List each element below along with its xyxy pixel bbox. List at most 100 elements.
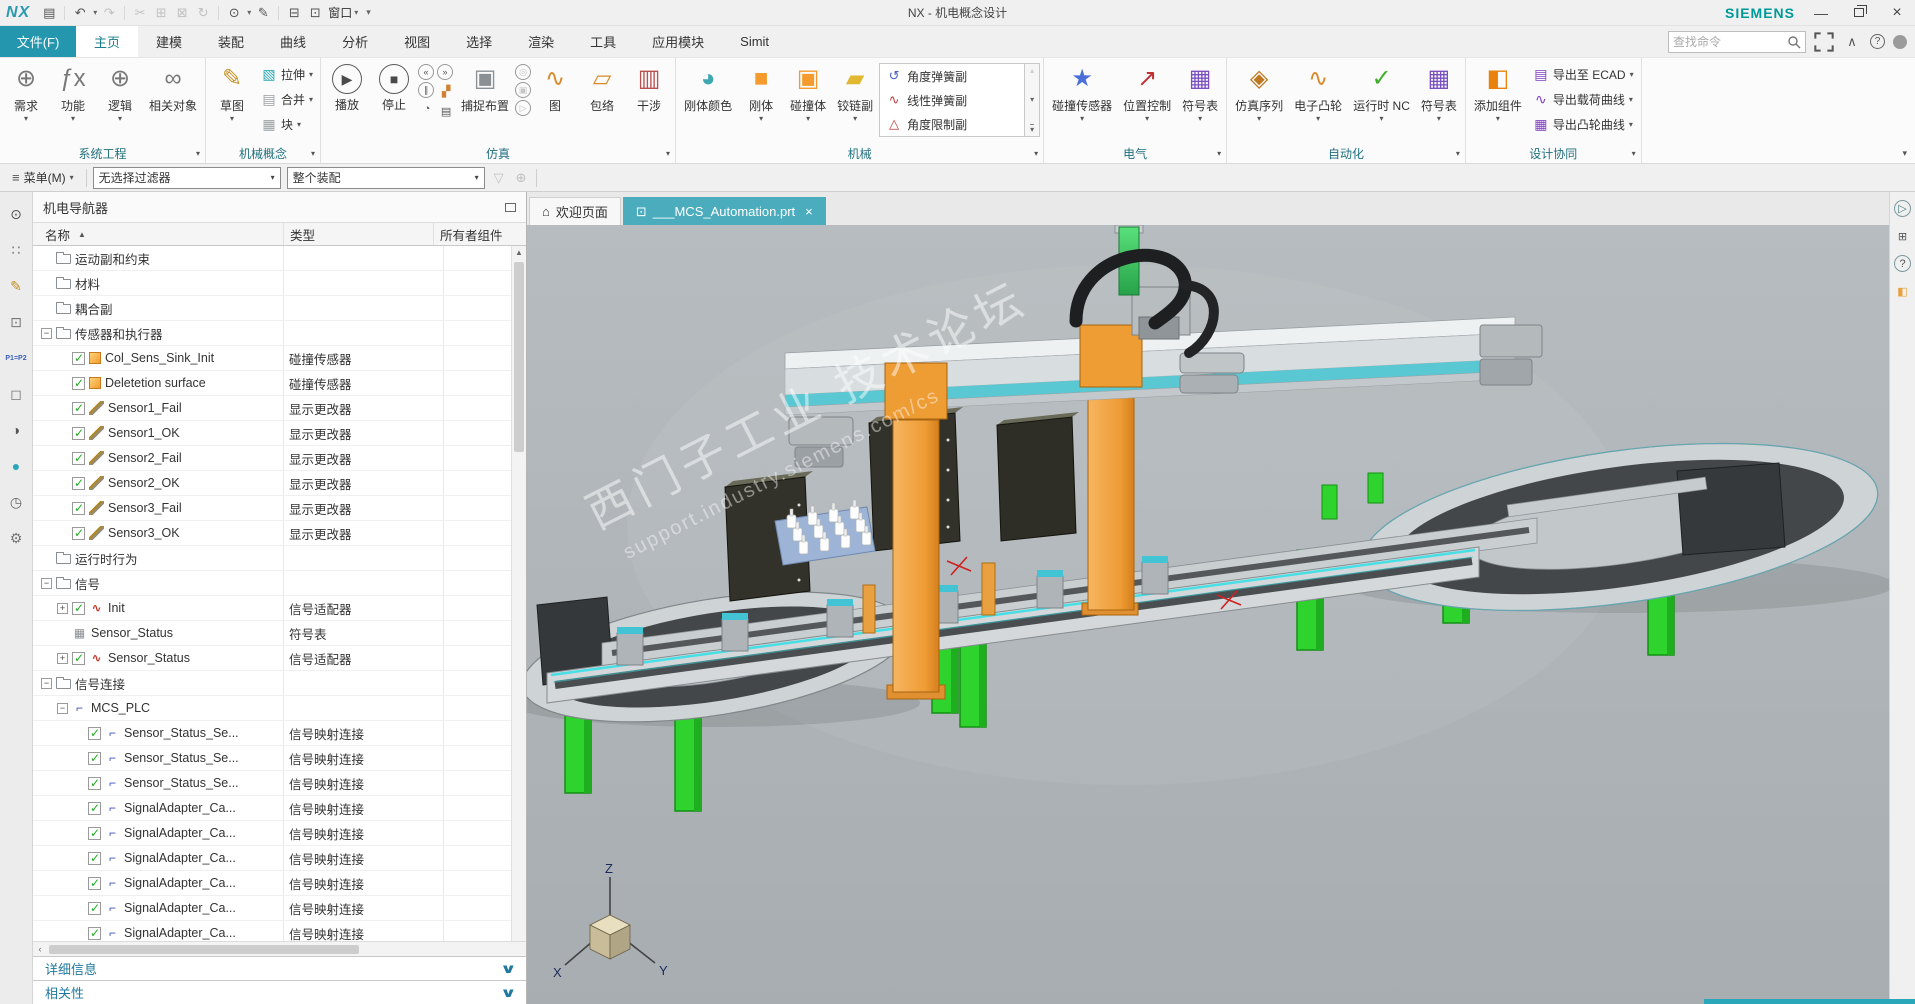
save-state-icon[interactable]: ▤ xyxy=(437,102,455,120)
tree-checkbox[interactable] xyxy=(72,351,85,365)
tree-row[interactable]: Sensor1_Fail 显示更改器 xyxy=(33,396,526,421)
ribbon-group-label[interactable]: 自动化 ▾ xyxy=(1230,143,1462,163)
gallery-down-icon[interactable]: ▾ xyxy=(1030,95,1034,104)
tree-checkbox[interactable] xyxy=(88,826,101,840)
tree-row[interactable]: + ∿ Sensor_Status 信号适配器 xyxy=(33,646,526,671)
ribbon-button[interactable]: ▤ 合并 ▾ xyxy=(256,87,317,112)
group-caret-icon[interactable]: ▾ xyxy=(1632,149,1636,158)
tree-checkbox[interactable] xyxy=(72,376,85,390)
dropdown-caret-icon[interactable]: ▾ xyxy=(247,8,251,17)
tree-checkbox[interactable] xyxy=(72,501,85,515)
ribbon-button[interactable]: ƒx 功能 ▾ xyxy=(50,60,96,124)
tree-checkbox[interactable] xyxy=(88,901,101,915)
tree-checkbox[interactable] xyxy=(88,751,101,765)
gallery-more-icon[interactable]: ▾ xyxy=(1030,124,1035,134)
ribbon-button[interactable]: ↗ 位置控制 ▾ xyxy=(1118,60,1176,124)
tree-checkbox[interactable] xyxy=(72,476,85,490)
expand-icon[interactable]: + xyxy=(57,652,68,664)
play-animation-icon[interactable]: ▷ xyxy=(1894,200,1911,217)
hd3d-tools-icon[interactable]: ◑ xyxy=(5,420,27,440)
close-tab-icon[interactable]: × xyxy=(805,204,813,219)
tree-row[interactable]: Sensor1_OK 显示更改器 xyxy=(33,421,526,446)
gallery-item[interactable]: ∿ 线性弹簧副 xyxy=(880,88,1024,112)
ribbon-button[interactable]: ∿ 图 xyxy=(532,60,578,124)
expressions-icon[interactable]: P1=P2 xyxy=(5,348,27,368)
help-icon[interactable]: ? xyxy=(1894,255,1911,272)
ribbon-group-label[interactable]: 系统工程 ▾ xyxy=(3,143,202,163)
ribbon-button[interactable]: ▤ 导出至 ECAD ▾ xyxy=(1528,62,1638,87)
column-header-name[interactable]: 名称 ▲ xyxy=(33,225,283,244)
tree-row[interactable]: − 信号连接 xyxy=(33,671,526,696)
dropdown-caret-icon[interactable]: ▾ xyxy=(1145,114,1149,124)
shaded-cube-icon[interactable]: ◧ xyxy=(1894,282,1912,300)
tree-row[interactable]: ⌐ SignalAdapter_Ca... 信号映射连接 xyxy=(33,921,526,941)
viewport-3d[interactable]: 西门子工业 技术论坛 support.industry.siemens.com/… xyxy=(527,225,1889,1004)
menu-tab-curve[interactable]: 曲线 xyxy=(262,26,324,57)
constraint-navigator-icon[interactable]: ✎ xyxy=(5,276,27,296)
reuse-library-icon[interactable]: ◻ xyxy=(5,384,27,404)
tree-row[interactable]: Col_Sens_Sink_Init 碰撞传感器 xyxy=(33,346,526,371)
display-mode-icon[interactable]: ⊙ xyxy=(225,4,243,22)
user-avatar[interactable] xyxy=(1893,34,1907,49)
menu-tab-assemblies[interactable]: 装配 xyxy=(200,26,262,57)
scroll-up-icon[interactable]: ▲ xyxy=(512,246,526,260)
tree-checkbox[interactable] xyxy=(72,526,85,540)
cabinet-right[interactable] xyxy=(1676,462,1786,556)
menu-tab-home[interactable]: 主页 xyxy=(76,26,139,57)
ribbon-group-label[interactable]: 机械概念 ▾ xyxy=(209,143,317,163)
pause-icon[interactable]: ∥ xyxy=(418,82,435,98)
tree-checkbox[interactable] xyxy=(88,851,101,865)
dropdown-caret-icon[interactable]: ▾ xyxy=(309,70,313,79)
tree-row[interactable]: Deletetion surface 碰撞传感器 xyxy=(33,371,526,396)
collapse-icon[interactable]: − xyxy=(41,677,52,689)
web-browser-icon[interactable]: ● xyxy=(5,456,27,476)
menu-tab-analysis[interactable]: 分析 xyxy=(324,26,386,57)
menu-tab-select[interactable]: 选择 xyxy=(448,26,510,57)
dropdown-caret-icon[interactable]: ▾ xyxy=(1257,114,1261,124)
viewport-3d-scene[interactable]: 西门子工业 技术论坛 support.industry.siemens.com/… xyxy=(527,225,1889,1004)
ribbon-button[interactable]: ∿ 导出载荷曲线 ▾ xyxy=(1528,87,1638,112)
menu-tab-tools[interactable]: 工具 xyxy=(572,26,634,57)
ribbon-button[interactable]: ✎ 草图 ▾ xyxy=(209,60,255,124)
group-caret-icon[interactable]: ▾ xyxy=(1034,149,1038,158)
column-header-owner[interactable]: 所有者组件 xyxy=(433,223,526,245)
tree-vertical-scrollbar[interactable]: ▲ xyxy=(511,246,526,941)
tree-checkbox[interactable] xyxy=(72,401,85,415)
tree-row[interactable]: ⌐ SignalAdapter_Ca... 信号映射连接 xyxy=(33,821,526,846)
dependencies-expand-icon[interactable]: ∨ xyxy=(500,985,517,1001)
ribbon-button[interactable]: ▥ 干涉 xyxy=(626,60,672,124)
select-handle-icon[interactable]: ⊕ xyxy=(513,170,530,186)
ribbon-button[interactable]: ⊕ 逻辑 ▾ xyxy=(97,60,143,124)
details-drawer[interactable]: 详细信息 ∨ xyxy=(33,956,526,980)
collapse-icon[interactable]: − xyxy=(57,702,68,714)
expand-icon[interactable]: + xyxy=(57,602,68,614)
gallery-item[interactable]: ↺ 角度弹簧副 xyxy=(880,64,1024,88)
information-panel-icon[interactable]: ⊞ xyxy=(1894,227,1912,245)
gallery-scroll[interactable]: ▴ ▾ ▾ xyxy=(1025,63,1041,137)
panel-float-icon[interactable] xyxy=(505,202,516,212)
play-speed-icon[interactable]: ◔ xyxy=(418,100,436,118)
tree-checkbox[interactable] xyxy=(88,876,101,890)
tree-row[interactable]: Sensor2_Fail 显示更改器 xyxy=(33,446,526,471)
tree-checkbox[interactable] xyxy=(72,651,85,665)
tree-row[interactable]: Sensor3_Fail 显示更改器 xyxy=(33,496,526,521)
menu-tab-view[interactable]: 视图 xyxy=(386,26,448,57)
assembly-navigator-icon[interactable]: ∷ xyxy=(5,240,27,260)
ribbon-button[interactable]: ▣ 捕捉布置 xyxy=(456,60,514,124)
tree-checkbox[interactable] xyxy=(88,776,101,790)
minimize-button[interactable]: — xyxy=(1809,4,1833,22)
tree-row[interactable]: ⌐ Sensor_Status_Se... 信号映射连接 xyxy=(33,771,526,796)
ribbon-button[interactable]: ◧ 添加组件 ▾ xyxy=(1469,60,1527,124)
ribbon-button[interactable]: ▦ 符号表 ▾ xyxy=(1416,60,1462,124)
ribbon-button[interactable]: ✓ 运行时 NC ▾ xyxy=(1348,60,1415,124)
tree-checkbox[interactable] xyxy=(72,426,85,440)
new-window-icon[interactable]: ⊡ xyxy=(306,4,324,22)
ribbon-button[interactable]: ■ 停止 xyxy=(371,60,417,123)
ribbon-button[interactable]: ◈ 仿真序列 ▾ xyxy=(1230,60,1288,124)
snap-point-icon[interactable]: ⊙ xyxy=(5,204,27,224)
ribbon-group-label[interactable]: 仿真 ▾ xyxy=(324,143,672,163)
tree-checkbox[interactable] xyxy=(88,801,101,815)
history-icon[interactable]: ◷ xyxy=(5,492,27,512)
menu-tab-render[interactable]: 渲染 xyxy=(510,26,572,57)
tree-row[interactable]: 运行时行为 xyxy=(33,546,526,571)
